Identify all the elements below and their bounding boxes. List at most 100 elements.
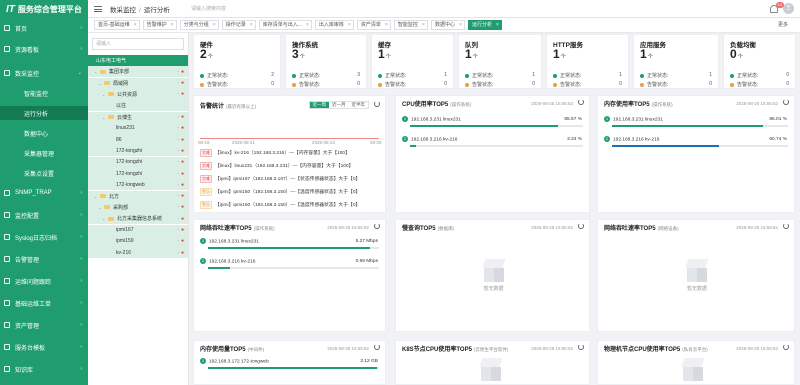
tree-toggle-icon[interactable]: ⌄: [94, 69, 98, 74]
alarm-event[interactable]: 灾难 【linux】kv-216（192.168.3.216）—【内存容量】大于【…: [200, 149, 350, 157]
avatar[interactable]: 王: [783, 3, 794, 14]
stat-card[interactable]: 队列 1个 正常状态: 1 告警状态: 0: [458, 34, 542, 89]
tab-item[interactable]: 运行分析 ×: [467, 20, 502, 30]
sidebar-item-4[interactable]: 运行分析: [0, 106, 88, 120]
range-option[interactable]: 近一月: [329, 102, 349, 108]
tree-node[interactable]: 86 ◦ ●: [88, 134, 188, 146]
alarm-event[interactable]: 灾难 【linux】linux231（192.168.3.231）—【内存容量】大…: [200, 162, 353, 170]
sidebar-item-5[interactable]: 数据中心: [0, 126, 88, 140]
range-option[interactable]: 近半年: [349, 102, 369, 108]
sidebar-item-6[interactable]: 采集器管理: [0, 146, 88, 160]
refresh-icon[interactable]: [783, 223, 789, 229]
rank-item[interactable]: 1 192.168.3.172 172-tongweb: [200, 358, 269, 364]
refresh-icon[interactable]: [783, 99, 789, 105]
stat-card[interactable]: 应用服务 1个 正常状态: 1 告警状态: 0: [633, 34, 719, 89]
tabs-more-button[interactable]: 更多: [778, 21, 788, 28]
tree-node[interactable]: linux231 ◦ ●: [88, 122, 188, 134]
range-option[interactable]: 近一周: [309, 102, 329, 108]
tab-item[interactable]: 首页-基础运维 ×: [94, 20, 140, 30]
sidebar-item-2[interactable]: 数采监控 ⌄: [0, 66, 88, 80]
stat-card[interactable]: 操作系统 3个 正常状态: 3 告警状态: 0: [285, 34, 367, 89]
tree-toggle-icon[interactable]: ⌄: [102, 92, 106, 97]
alarm-event[interactable]: 警告 【ipmi】ipmi150（192.168.3.150）—【温度传感器状态】…: [200, 201, 360, 209]
close-icon[interactable]: ×: [459, 21, 462, 30]
sidebar-item-1[interactable]: 资源看板 ›: [0, 42, 88, 56]
breadcrumb-parent[interactable]: 数采监控: [110, 7, 136, 14]
tree-node[interactable]: ipmi150 ◦ ●: [88, 235, 188, 247]
alarm-event[interactable]: 警告 【ipmi】ipmi150（192.168.3.150）—【温度传感器状态】…: [200, 188, 360, 196]
rank-item[interactable]: 1 192.168.3.231 linux231: [402, 116, 461, 122]
sidebar-item-10[interactable]: Syslog日志归档 ›: [0, 230, 88, 244]
tree-search-input[interactable]: 请输入: [92, 38, 184, 50]
sidebar-item-7[interactable]: 采集点设置: [0, 166, 88, 180]
tab-item[interactable]: 智能监控 ×: [393, 20, 428, 30]
refresh-icon[interactable]: [578, 223, 584, 229]
tree-node[interactable]: 以往: [88, 100, 188, 112]
sidebar-item-11[interactable]: 告警管理 ›: [0, 252, 88, 266]
sidebar-item-13[interactable]: 基础运维工单 ›: [0, 296, 88, 310]
tree-toggle-icon[interactable]: ⌄: [90, 58, 94, 63]
close-icon[interactable]: ×: [213, 21, 216, 30]
tree-toggle-icon[interactable]: ⌄: [98, 205, 102, 210]
sidebar-item-9[interactable]: 监控配置 ›: [0, 208, 88, 222]
close-icon[interactable]: ×: [385, 21, 388, 30]
close-icon[interactable]: ×: [306, 21, 309, 30]
tree-node[interactable]: ipmi167 ◦ ●: [88, 224, 188, 236]
tab-item[interactable]: 库存清单与出入... ×: [258, 20, 312, 30]
menu-toggle-icon[interactable]: [94, 5, 102, 12]
tree-node[interactable]: 172-tongzhi ◦ ●: [88, 156, 188, 168]
sidebar-item-0[interactable]: 首页 ›: [0, 21, 88, 35]
tree-node[interactable]: ⌄ 云博生 ◦ ●: [88, 111, 188, 123]
close-icon[interactable]: ×: [250, 21, 253, 30]
rank-item[interactable]: 1 192.168.3.231 linux231: [200, 238, 259, 244]
bell-icon[interactable]: 10: [770, 1, 784, 13]
alarm-event[interactable]: 灾难 【ipmi】ipmi167（192.168.3.167）—【状态传感器状态】…: [200, 175, 360, 183]
tab-item[interactable]: 资产清单 ×: [356, 20, 391, 30]
stat-card[interactable]: HTTP服务 1个 正常状态: 1 告警状态: 0: [546, 34, 629, 89]
tree-toggle-icon[interactable]: ⌄: [102, 216, 106, 221]
tree-node[interactable]: ⌄ 局域网 ◦ ●: [88, 77, 188, 89]
close-icon[interactable]: ×: [171, 21, 174, 30]
stat-card[interactable]: 负载均衡 0个 正常状态: 0 告警状态: 0: [723, 34, 796, 89]
close-icon[interactable]: ×: [422, 21, 425, 30]
rank-item[interactable]: 2 192.168.3.216 kv-216: [604, 136, 659, 142]
tree-node[interactable]: ⌄ 采购部 ◦ ●: [88, 201, 188, 213]
tree-toggle-icon[interactable]: ⌄: [102, 115, 106, 120]
sidebar-item-14[interactable]: 资产管理 ›: [0, 318, 88, 332]
close-icon[interactable]: ×: [496, 21, 499, 30]
sidebar-item-12[interactable]: 运维问题跟踪 ›: [0, 274, 88, 288]
stat-card[interactable]: 缓存 1个 正常状态: 1 告警状态: 0: [371, 34, 454, 89]
sidebar-item-15[interactable]: 服务台模板 ›: [0, 340, 88, 354]
tab-item[interactable]: 数据中心 ×: [430, 20, 465, 30]
global-search-input[interactable]: 请输入搜索内容: [188, 4, 258, 14]
refresh-icon[interactable]: [374, 344, 380, 350]
tree-toggle-icon[interactable]: ⌄: [98, 81, 102, 86]
tree-node[interactable]: ⌄ 北方采集器信息系统 ◦ ●: [88, 213, 188, 225]
refresh-icon[interactable]: [783, 344, 789, 350]
tree-node[interactable]: ⌄ 集团本部 ◦ ●: [88, 66, 188, 78]
refresh-icon[interactable]: [374, 223, 380, 229]
close-icon[interactable]: ×: [348, 21, 351, 30]
rank-item[interactable]: 1 192.168.3.231 linux231: [604, 116, 663, 122]
tree-node[interactable]: 172-longweb ◦ ●: [88, 179, 188, 191]
tab-item[interactable]: 告警维护 ×: [142, 20, 177, 30]
sidebar-item-8[interactable]: SNMP_TRAP ›: [0, 186, 88, 200]
rank-item[interactable]: 2 192.168.3.216 kv-216: [200, 258, 255, 264]
refresh-icon[interactable]: [578, 344, 584, 350]
tree-toggle-icon[interactable]: ⌄: [94, 194, 98, 199]
tab-item[interactable]: 分类与分组 ×: [179, 20, 219, 30]
sidebar-item-16[interactable]: 知识库 ›: [0, 362, 88, 376]
tab-item[interactable]: 操作记录 ×: [221, 20, 256, 30]
refresh-icon[interactable]: [578, 99, 584, 105]
close-icon[interactable]: ×: [134, 21, 137, 30]
tree-node[interactable]: 172-tongzhi ◦ ●: [88, 145, 188, 157]
tab-item[interactable]: 出入库审核 ×: [314, 20, 354, 30]
tree-node[interactable]: ⌄ 北方 ◦ ●: [88, 190, 188, 202]
stat-card[interactable]: 硬件 2个 正常状态: 2 告警状态: 0: [193, 34, 281, 89]
rank-item[interactable]: 2 192.168.3.216 kv-216: [402, 136, 457, 142]
tree-node[interactable]: ⌄ 山东电工电气: [88, 55, 188, 66]
tree-node[interactable]: 172-tongzhi ◦ ●: [88, 168, 188, 179]
tree-node[interactable]: ⌄ 公共资源 ◦ ●: [88, 88, 188, 100]
refresh-icon[interactable]: [374, 101, 380, 107]
tree-node[interactable]: kv-216 ◦ ●: [88, 247, 188, 259]
